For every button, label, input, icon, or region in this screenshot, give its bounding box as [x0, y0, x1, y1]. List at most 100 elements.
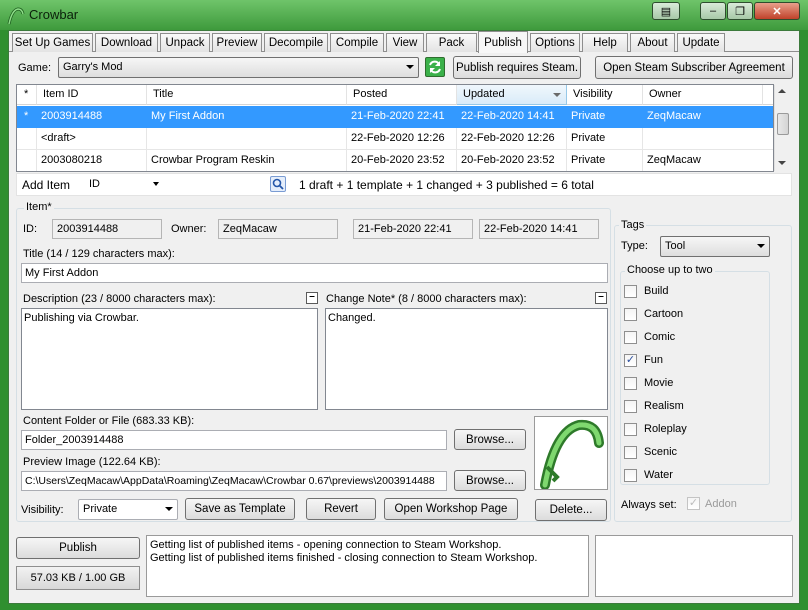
search-button[interactable]	[270, 176, 286, 192]
table-row[interactable]: <draft> 22-Feb-2020 12:26 22-Feb-2020 12…	[17, 128, 773, 150]
taskbar-icon[interactable]: ▤	[652, 2, 680, 20]
game-select[interactable]: Garry's Mod	[58, 57, 419, 78]
tag-option-comic[interactable]: Comic	[624, 329, 764, 345]
chevron-down-icon	[406, 65, 414, 69]
column-header-visibility[interactable]: Visibility	[567, 85, 643, 105]
change-note-collapse-button[interactable]: –	[595, 292, 607, 304]
tab-unpack[interactable]: Unpack	[160, 33, 210, 52]
description-collapse-button[interactable]: –	[306, 292, 318, 304]
tag-label: Water	[644, 469, 673, 481]
type-select-value: Tool	[665, 240, 686, 252]
published-items-table[interactable]: * Item ID Title Posted Updated Visibilit…	[16, 84, 774, 172]
checkbox[interactable]	[624, 376, 637, 390]
delete-button[interactable]: Delete...	[535, 499, 607, 521]
crowbar-app-icon	[7, 7, 25, 25]
log-textbox[interactable]: Getting list of published items - openin…	[146, 535, 589, 597]
tag-label: Scenic	[644, 446, 678, 458]
tab-compile[interactable]: Compile	[330, 33, 384, 52]
publish-button[interactable]: Publish	[16, 537, 140, 559]
tag-option-realism[interactable]: Realism	[624, 398, 764, 414]
checkbox[interactable]	[624, 399, 637, 413]
table-row[interactable]: 2003080218 Crowbar Program Reskin 20-Feb…	[17, 150, 773, 171]
column-header-owner[interactable]: Owner	[643, 85, 763, 105]
revert-button[interactable]: Revert	[306, 498, 376, 520]
table-row[interactable]: * 2003914488 My First Addon 21-Feb-2020 …	[17, 106, 773, 128]
tab-help[interactable]: Help	[582, 33, 628, 52]
open-subscriber-agreement-button[interactable]: Open Steam Subscriber Agreement	[595, 56, 793, 79]
column-header-marker[interactable]: *	[17, 85, 37, 105]
table-cell-marker	[17, 128, 37, 150]
description-textarea[interactable]: Publishing via Crowbar.	[21, 308, 318, 410]
checkbox[interactable]	[624, 445, 637, 459]
table-cell-posted: 20-Feb-2020 23:52	[347, 150, 457, 171]
change-note-textarea[interactable]: Changed.	[325, 308, 608, 410]
checkbox-checked-disabled: ✓	[687, 497, 700, 510]
open-workshop-page-button[interactable]: Open Workshop Page	[384, 498, 518, 520]
always-set-label: Always set:	[621, 499, 677, 511]
tag-option-movie[interactable]: Movie	[624, 375, 764, 391]
tab-preview[interactable]: Preview	[212, 33, 262, 52]
column-header-item-id[interactable]: Item ID	[37, 85, 147, 105]
close-button[interactable]: ✕	[754, 2, 800, 20]
restore-button[interactable]: ❐	[727, 2, 753, 20]
refresh-games-button[interactable]	[425, 57, 445, 77]
checkbox[interactable]	[624, 330, 637, 344]
tag-option-fun[interactable]: ✓ Fun	[624, 352, 764, 368]
item-id-label: ID:	[23, 223, 38, 235]
table-cell-updated: 20-Feb-2020 23:52	[457, 150, 567, 171]
visibility-select[interactable]: Private	[78, 499, 178, 520]
table-vertical-scrollbar[interactable]	[774, 85, 791, 171]
table-cell-marker: *	[17, 106, 37, 128]
minimize-button[interactable]: –	[700, 2, 726, 20]
scrollbar-thumb[interactable]	[777, 113, 789, 135]
search-by-select[interactable]: ID	[85, 175, 165, 194]
browse-preview-button[interactable]: Browse...	[454, 470, 526, 491]
updated-field: 22-Feb-2020 14:41	[479, 219, 599, 239]
browse-content-button[interactable]: Browse...	[454, 429, 526, 450]
log-line: Getting list of published items finished…	[150, 552, 538, 564]
title-input[interactable]: My First Addon	[21, 263, 608, 283]
search-input[interactable]	[167, 175, 267, 194]
tag-option-roleplay[interactable]: Roleplay	[624, 421, 764, 437]
preview-image-input[interactable]: C:\Users\ZeqMacaw\AppData\Roaming\ZeqMac…	[21, 471, 447, 491]
tab-options[interactable]: Options	[530, 33, 580, 52]
description-label: Description (23 / 8000 characters max):	[23, 293, 216, 305]
tag-label: Movie	[644, 377, 674, 389]
tag-option-scenic[interactable]: Scenic	[624, 444, 764, 460]
tab-set-up-games[interactable]: Set Up Games	[12, 33, 93, 52]
content-folder-input[interactable]: Folder_2003914488	[21, 430, 447, 450]
tab-download[interactable]: Download	[95, 33, 158, 52]
visibility-label: Visibility:	[21, 504, 64, 516]
column-header-posted[interactable]: Posted	[347, 85, 457, 105]
tab-about[interactable]: About	[630, 33, 675, 52]
tab-update[interactable]: Update	[677, 33, 725, 52]
tag-option-cartoon[interactable]: Cartoon	[624, 306, 764, 322]
tag-option-build[interactable]: Build	[624, 283, 764, 299]
checkbox[interactable]	[624, 468, 637, 482]
change-note-label: Change Note* (8 / 8000 characters max):	[326, 293, 527, 305]
tag-label: Fun	[644, 354, 663, 366]
publish-requires-steam-button[interactable]: Publish requires Steam.	[453, 56, 581, 79]
tab-publish[interactable]: Publish	[478, 31, 528, 53]
save-as-template-button[interactable]: Save as Template	[185, 498, 295, 520]
crowbar-preview-icon	[540, 419, 604, 490]
main-window: Set Up Games Download Unpack Preview Dec…	[8, 30, 800, 604]
scroll-up-icon[interactable]	[778, 89, 786, 93]
title-bar[interactable]: Crowbar ▤ – ❐ ✕	[0, 0, 808, 30]
table-cell-updated: 22-Feb-2020 12:26	[457, 128, 567, 150]
type-select[interactable]: Tool	[660, 236, 770, 257]
table-cell-item-id: 2003080218	[37, 150, 147, 171]
tab-pack[interactable]: Pack	[426, 33, 477, 52]
checkbox[interactable]	[624, 422, 637, 436]
tab-view[interactable]: View	[386, 33, 424, 52]
checkbox[interactable]	[624, 307, 637, 321]
checkbox[interactable]	[624, 284, 637, 298]
table-cell-title: My First Addon	[147, 106, 347, 128]
game-select-value: Garry's Mod	[63, 61, 123, 73]
tab-decompile[interactable]: Decompile	[264, 33, 328, 52]
checkbox-checked[interactable]: ✓	[624, 353, 637, 367]
column-header-title[interactable]: Title	[147, 85, 347, 105]
scroll-down-icon[interactable]	[778, 161, 786, 165]
column-header-updated[interactable]: Updated	[457, 85, 567, 105]
tag-option-water[interactable]: Water	[624, 467, 764, 483]
